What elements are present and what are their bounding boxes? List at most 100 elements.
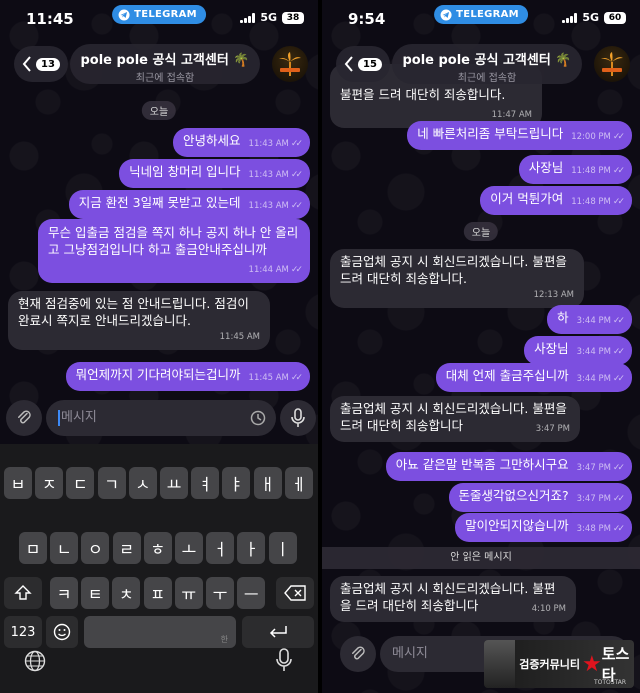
message-time: 3:47 PM [576, 463, 611, 473]
message-text: 안녕하세요 [183, 133, 241, 148]
message-text: 출금업체 공지 시 회신드리겠습니다. 불편을 드려 대단히 죄송합니다 [340, 581, 556, 613]
message-bubble-incoming[interactable]: 현재 점검중에 있는 점 안내드립니다. 점검이 완료시 쪽지로 안내드리겠습니… [8, 291, 270, 350]
key-letter[interactable]: ㅣ [268, 532, 297, 564]
status-time: 11:45 [26, 10, 74, 28]
shift-key[interactable] [4, 577, 42, 609]
message-bubble-outgoing[interactable]: 사장님 11:48 PM ✓✓ [518, 155, 632, 184]
key-letter[interactable]: ㅈ [35, 467, 64, 499]
message-bubble-outgoing[interactable]: 하 3:44 PM ✓✓ [547, 305, 632, 334]
avatar[interactable] [272, 46, 308, 82]
message-bubble-outgoing[interactable]: 무슨 입출금 점검을 쪽지 하나 공지 하나 안 올리고 그냥점검입니다 하고 … [38, 219, 310, 283]
attach-button[interactable] [6, 400, 42, 436]
read-check-icon: ✓✓ [612, 374, 625, 384]
key-letter[interactable]: ㅍ [143, 577, 172, 609]
message-text: 말이안되지않습니까 [465, 518, 569, 533]
key-letter[interactable]: ㅕ [191, 467, 220, 499]
voice-message-button[interactable] [280, 400, 316, 436]
telegram-pill[interactable]: TELEGRAM [434, 5, 528, 24]
key-letter[interactable]: ㅂ [4, 467, 32, 499]
star-icon: ★ [581, 651, 602, 677]
message-text: 이거 먹튄가여 [490, 191, 564, 206]
message-bubble-outgoing[interactable]: 사장님 3:44 PM ✓✓ [524, 336, 632, 365]
globe-icon[interactable] [24, 650, 46, 672]
delete-key[interactable] [276, 577, 314, 609]
message-bubble-outgoing[interactable]: 네 빠른처리좀 부탁드립니다 12:00 PM ✓✓ [407, 121, 632, 150]
message-bubble-incoming[interactable]: 출금업체 공지 시 회신드리겠습니다. 불편을 드려 대단히 죄송합니다 4:10… [330, 576, 576, 622]
key-letter[interactable]: ㅏ [237, 532, 266, 564]
message-input[interactable]: 메시지 [46, 400, 276, 436]
avatar[interactable] [594, 46, 630, 82]
telegram-pill[interactable]: TELEGRAM [112, 5, 206, 24]
attach-button[interactable] [340, 636, 376, 672]
back-button[interactable]: 13 [14, 46, 68, 82]
back-button[interactable]: 15 [336, 46, 390, 82]
message-bubble-incoming[interactable]: 출금업체 공지 시 회신드리겠습니다. 불편을 드려 대단히 죄송합니다 3:47… [330, 396, 580, 442]
key-letter[interactable]: ㅡ [237, 577, 266, 609]
space-key[interactable]: 한 [84, 616, 236, 648]
key-letter[interactable]: ㅌ [81, 577, 110, 609]
watermark-logo: 검증커뮤니티 ★ 토스타 TOTOSTAR [484, 640, 634, 688]
numbers-key[interactable]: 123 [4, 616, 42, 648]
key-letter[interactable]: ㅜ [206, 577, 234, 609]
chat-title-pill[interactable]: pole pole 공식 고객센터 🌴 최근에 접속함 [70, 44, 260, 84]
read-check-icon: ✓✓ [290, 170, 303, 180]
palm-logo-icon [601, 52, 623, 76]
network-label: 5G [260, 11, 277, 24]
date-separator: 오늘 [463, 222, 499, 241]
message-text: 뭐언제까지 기다려야되는겁니까 [75, 367, 241, 382]
read-check-icon: ✓✓ [612, 132, 625, 142]
key-letter[interactable]: ㅁ [19, 532, 47, 564]
message-bubble-outgoing[interactable]: 돈줄생각없으신거죠? 3:47 PM ✓✓ [448, 483, 632, 512]
message-time: 4:10 PM [531, 604, 566, 614]
key-letter[interactable]: ㄹ [112, 532, 141, 564]
key-letter[interactable]: ㅠ [174, 577, 203, 609]
message-bubble-outgoing[interactable]: 뭐언제까지 기다려야되는겁니까 11:45 AM ✓✓ [65, 362, 310, 391]
message-bubble-outgoing[interactable]: 안녕하세요 11:43 AM ✓✓ [173, 128, 310, 157]
dictation-microphone-icon[interactable] [276, 648, 292, 672]
watermark-portrait [484, 640, 516, 688]
message-text: 출금업체 공지 시 회신드리겠습니다. 불편을 드려 대단히 죄송합니다 [340, 401, 567, 433]
key-letter[interactable]: ㅊ [112, 577, 141, 609]
key-letter[interactable]: ㅐ [253, 467, 282, 499]
key-letter[interactable]: ㅛ [160, 467, 188, 499]
key-letter[interactable]: ㅗ [175, 532, 203, 564]
message-time: 11:43 AM [248, 201, 289, 211]
telegram-icon [440, 9, 452, 20]
return-key[interactable] [242, 616, 314, 648]
key-letter[interactable]: ㅋ [50, 577, 78, 609]
key-letter[interactable]: ㅔ [284, 467, 313, 499]
sticker-clock-icon[interactable] [250, 410, 266, 426]
message-bubble-outgoing[interactable]: 대체 언제 출금주십니까 3:44 PM ✓✓ [435, 363, 632, 392]
chat-title-pill[interactable]: pole pole 공식 고객센터 🌴 최근에 접속함 [392, 44, 582, 84]
key-letter[interactable]: ㅎ [143, 532, 172, 564]
message-text: 닉네임 창머리 입니다 [129, 164, 241, 179]
status-indicators: 5G 60 [562, 11, 626, 24]
key-letter[interactable]: ㅇ [81, 532, 110, 564]
key-letter[interactable]: ㅓ [206, 532, 235, 564]
message-time: 3:48 PM [576, 524, 611, 534]
message-text: 네 빠른처리좀 부탁드립니다 [417, 126, 564, 141]
message-text: 불편을 드려 대단히 죄송합니다. [340, 87, 506, 102]
message-time: 11:48 PM [571, 166, 611, 176]
message-bubble-outgoing[interactable]: 지금 환전 3일째 못받고 있는데 11:43 AM ✓✓ [68, 190, 310, 219]
read-check-icon: ✓✓ [290, 265, 303, 275]
message-bubble-outgoing[interactable]: 말이안되지않습니까 3:48 PM ✓✓ [455, 513, 632, 542]
key-letter[interactable]: ㅅ [128, 467, 157, 499]
last-seen-status: 최근에 접속함 [135, 73, 195, 84]
telegram-label: TELEGRAM [456, 9, 519, 20]
key-letter[interactable]: ㄷ [66, 467, 95, 499]
chat-header: 15 pole pole 공식 고객센터 🌴 최근에 접속함 [332, 42, 630, 86]
key-letter[interactable]: ㄴ [50, 532, 79, 564]
read-check-icon: ✓✓ [290, 373, 303, 383]
telegram-icon [118, 9, 130, 20]
message-bubble-outgoing[interactable]: 아뇨 같은말 반복좀 그만하시구요 3:47 PM ✓✓ [385, 452, 632, 481]
left-chat-screen: 11:45 TELEGRAM 5G 38 13 pole pole 공식 고객센… [0, 0, 318, 693]
message-bubble-outgoing[interactable]: 닉네임 창머리 입니다 11:43 AM ✓✓ [119, 159, 310, 188]
message-time: 3:44 PM [576, 374, 611, 384]
key-letter[interactable]: ㅑ [222, 467, 251, 499]
key-letter[interactable]: ㄱ [97, 467, 126, 499]
emoji-key[interactable] [46, 616, 78, 648]
message-bubble-incoming[interactable]: 출금업체 공지 시 회신드리겠습니다. 불편을 드려 대단히 죄송합니다. 12:… [330, 249, 584, 308]
message-bubble-outgoing[interactable]: 이거 먹튄가여 11:48 PM ✓✓ [480, 186, 632, 215]
read-check-icon: ✓✓ [290, 139, 303, 149]
